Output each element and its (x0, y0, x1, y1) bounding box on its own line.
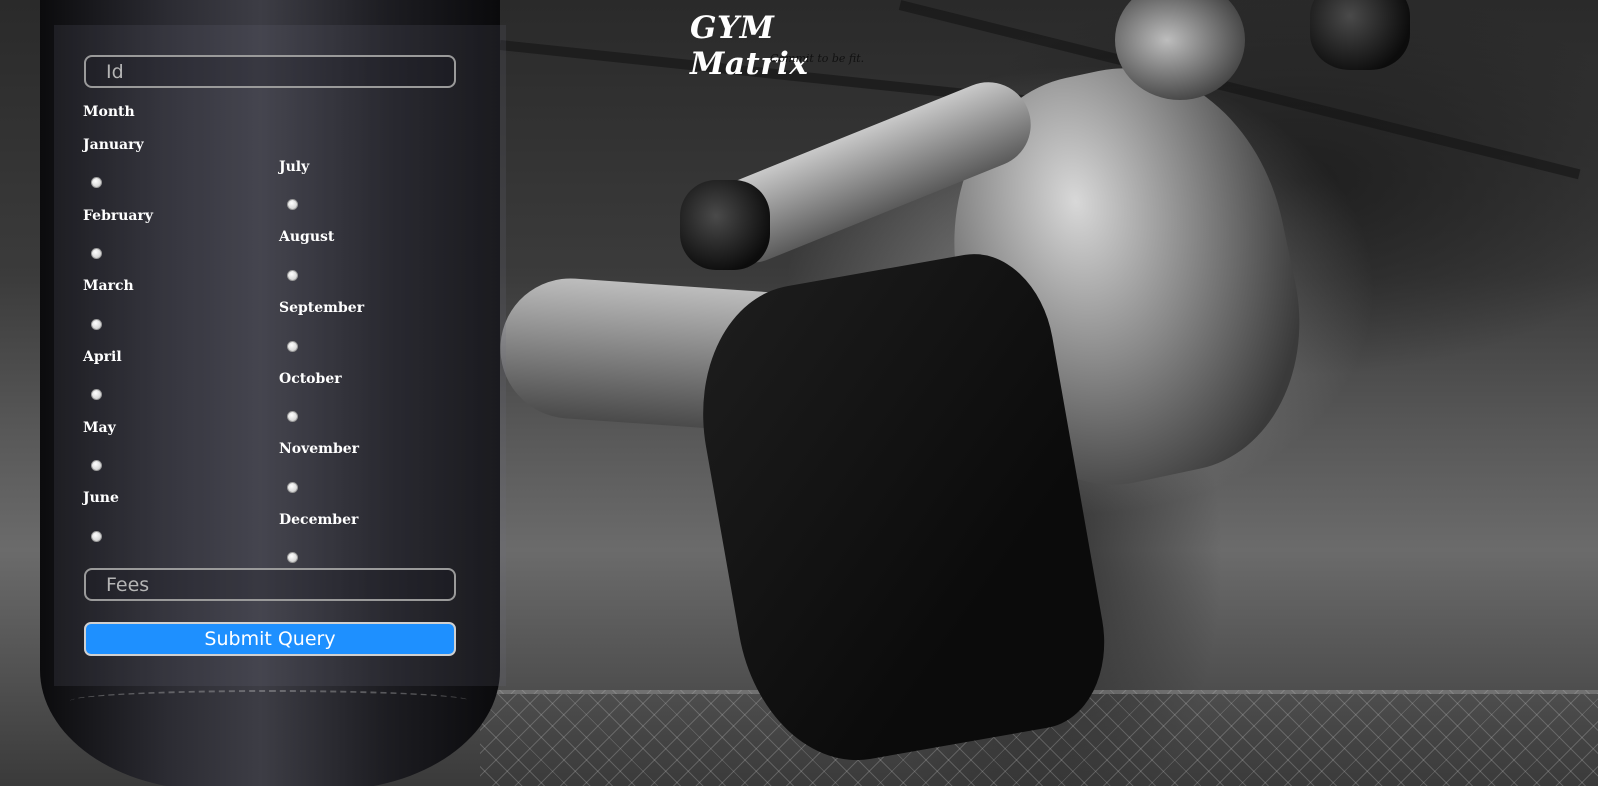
month-label-november: November (279, 441, 360, 457)
month-label-october: October (279, 371, 342, 387)
fees-input[interactable] (84, 568, 456, 601)
month-radio-may[interactable] (91, 460, 102, 471)
month-label-september: September (279, 300, 365, 316)
background-photo: GYM Matrix Commit to be fit. Month Janua… (0, 0, 1598, 786)
glove-icon (1310, 0, 1410, 70)
month-radio-december[interactable] (287, 552, 298, 563)
punching-bag-seam (70, 690, 470, 712)
glove-icon (680, 180, 770, 270)
month-radio-february[interactable] (91, 248, 102, 259)
brand: GYM Matrix Commit to be fit. (690, 10, 890, 82)
month-radio-january[interactable] (91, 177, 102, 188)
month-radio-september[interactable] (287, 341, 298, 352)
month-radio-july[interactable] (287, 199, 298, 210)
month-label-march: March (83, 278, 134, 294)
month-label-june: June (83, 490, 119, 506)
month-label-august: August (279, 229, 335, 245)
brand-title: GYM Matrix (690, 10, 809, 82)
month-radio-october[interactable] (287, 411, 298, 422)
month-label-april: April (83, 349, 122, 365)
month-label-december: December (279, 512, 359, 528)
month-heading: Month (83, 104, 135, 120)
id-input[interactable] (84, 55, 456, 88)
month-label-july: July (279, 159, 310, 175)
month-label-january: January (83, 137, 144, 153)
month-radio-august[interactable] (287, 270, 298, 281)
month-radio-november[interactable] (287, 482, 298, 493)
month-label-may: May (83, 420, 116, 436)
month-radio-april[interactable] (91, 389, 102, 400)
month-radio-june[interactable] (91, 531, 102, 542)
month-radio-march[interactable] (91, 319, 102, 330)
brand-tagline: Commit to be fit. (770, 52, 865, 65)
submit-button[interactable]: Submit Query (84, 622, 456, 656)
month-label-february: February (83, 208, 154, 224)
